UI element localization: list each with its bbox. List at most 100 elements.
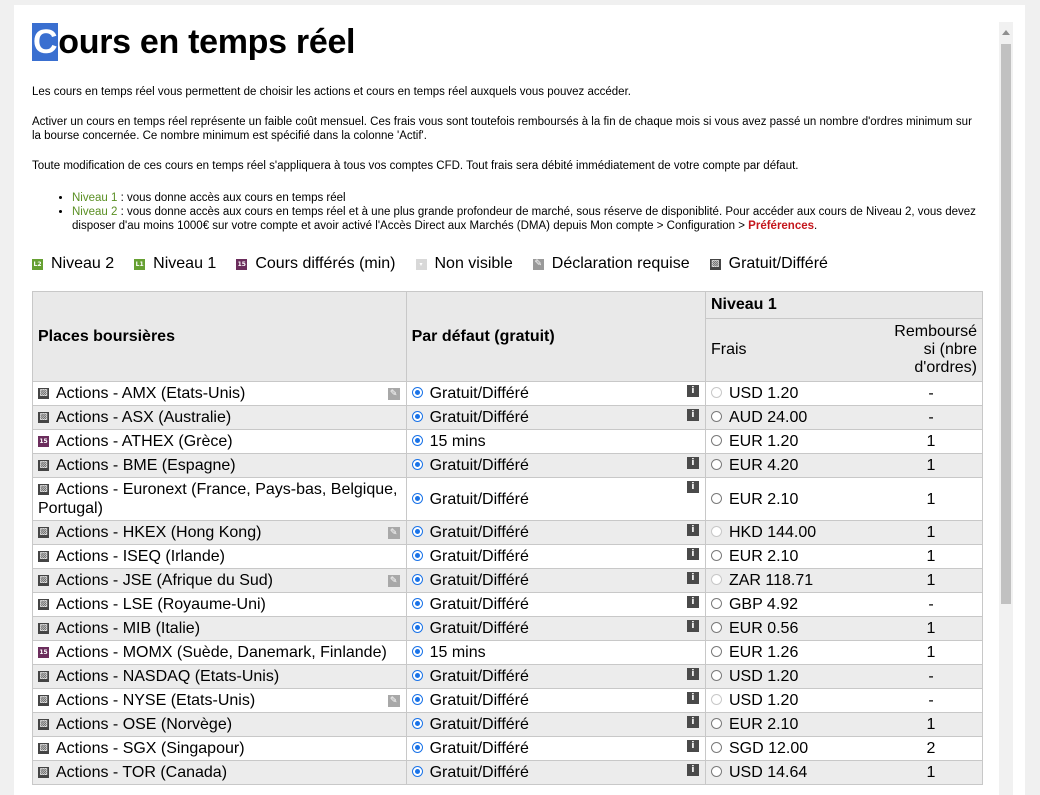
default-cell: Gratuit/Différé i	[405, 405, 706, 430]
free-delayed-icon: ▨	[38, 551, 49, 563]
fee-value: USD 1.20	[728, 668, 799, 685]
default-radio[interactable]	[411, 766, 423, 778]
info-icon[interactable]: i	[686, 692, 699, 704]
col-header-reimbursed-text: Remboursé si (nbre d'ordres)	[894, 323, 977, 376]
default-cell: Gratuit/Différé i	[405, 544, 706, 569]
default-label: Gratuit/Différé	[429, 385, 529, 402]
col-header-level1: Niveau 1	[704, 291, 984, 319]
vertical-scrollbar[interactable]	[999, 22, 1013, 795]
info-icon[interactable]: i	[686, 481, 699, 493]
reimbursed-cell: 1	[880, 520, 983, 545]
place-name: Actions - ISEQ (Irlande)	[56, 548, 225, 565]
default-radio[interactable]	[411, 574, 423, 586]
level1-radio	[710, 574, 722, 586]
place-cell: ▨ Actions - HKEX (Hong Kong) ✎	[32, 520, 407, 545]
declaration-required-icon[interactable]: ✎	[387, 575, 400, 587]
level1-radio[interactable]	[710, 550, 722, 562]
default-radio[interactable]	[411, 411, 423, 423]
info-icon[interactable]: i	[686, 740, 699, 752]
table-row: ▨ Actions - BME (Espagne) Gratuit/Différé i…	[32, 453, 983, 478]
place-name: Actions - JSE (Afrique du Sud)	[56, 572, 273, 589]
info-icon[interactable]: i	[686, 716, 699, 728]
preferences-link[interactable]: Préférences	[748, 220, 814, 232]
place-cell: ▨ Actions - OSE (Norvège)	[32, 712, 407, 737]
declaration-required-icon[interactable]: ✎	[387, 527, 400, 539]
default-radio[interactable]	[411, 718, 423, 730]
level1-radio[interactable]	[710, 411, 722, 423]
fee-value: EUR 1.26	[728, 644, 799, 661]
scroll-up-arrow-icon[interactable]	[1002, 30, 1010, 35]
info-icon[interactable]: i	[686, 524, 699, 536]
level1-radio[interactable]	[710, 492, 722, 504]
level1-radio[interactable]	[710, 766, 722, 778]
level1-radio[interactable]	[710, 670, 722, 682]
default-radio[interactable]	[411, 598, 423, 610]
place-cell: 15 Actions - ATHEX (Grèce)	[32, 429, 407, 454]
info-icon[interactable]: i	[686, 620, 699, 632]
default-radio[interactable]	[411, 670, 423, 682]
default-cell: Gratuit/Différé i	[405, 592, 706, 617]
info-icon[interactable]: i	[686, 385, 699, 397]
info-icon[interactable]: i	[686, 764, 699, 776]
info-icon[interactable]: i	[686, 548, 699, 560]
place-cell: ▨ Actions - ISEQ (Irlande)	[32, 544, 407, 569]
declaration-required-icon[interactable]: ✎	[387, 695, 400, 707]
declaration-required-icon[interactable]: ✎	[387, 388, 400, 400]
table-row: ▨ Actions - HKEX (Hong Kong) ✎ Gratuit/Diff…	[32, 520, 983, 545]
legend-item: 15 Cours différés (min)	[236, 255, 396, 273]
fee-cell: GBP 4.92	[704, 592, 880, 617]
level1-radio[interactable]	[710, 435, 722, 447]
scrollbar-thumb[interactable]	[1001, 44, 1011, 604]
default-radio[interactable]	[411, 387, 423, 399]
default-radio[interactable]	[411, 526, 423, 538]
reimbursed-cell: 1	[880, 477, 983, 521]
info-icon[interactable]: i	[686, 668, 699, 680]
free-delayed-icon: ▨	[38, 412, 49, 424]
default-cell: 15 mins	[405, 429, 706, 454]
place-cell: ▨ Actions - ASX (Australie)	[32, 405, 407, 430]
default-cell: Gratuit/Différé i	[405, 477, 706, 521]
free-delayed-icon: ▨	[38, 527, 49, 539]
default-radio[interactable]	[411, 459, 423, 471]
default-radio[interactable]	[411, 622, 423, 634]
info-icon[interactable]: i	[686, 457, 699, 469]
default-radio[interactable]	[411, 694, 423, 706]
default-cell: Gratuit/Différé i	[405, 736, 706, 761]
level1-radio[interactable]	[710, 718, 722, 730]
info-icon[interactable]: i	[686, 409, 699, 421]
level1-radio[interactable]	[710, 742, 722, 754]
default-radio[interactable]	[411, 742, 423, 754]
level1-radio[interactable]	[710, 646, 722, 658]
default-radio[interactable]	[411, 492, 423, 504]
place-name: Actions - MIB (Italie)	[56, 620, 201, 637]
free-delayed-icon: ▨	[38, 599, 49, 611]
place-name: Actions - MOMX (Suède, Danemark, Finland…	[56, 644, 387, 661]
reimbursed-cell: 1	[880, 712, 983, 737]
info-icon[interactable]: i	[686, 596, 699, 608]
level1-radio[interactable]	[710, 459, 722, 471]
levels-list: Niveau 1 : vous donne accès aux cours en…	[32, 191, 984, 233]
fee-value: EUR 0.56	[728, 620, 799, 637]
default-label: Gratuit/Différé	[429, 524, 529, 541]
default-radio[interactable]	[411, 435, 423, 447]
table-row: ▨ Actions - SGX (Singapour) Gratuit/Différ…	[32, 736, 983, 761]
default-radio[interactable]	[411, 646, 423, 658]
default-label: Gratuit/Différé	[429, 716, 529, 733]
place-name: Actions - LSE (Royaume-Uni)	[56, 596, 266, 613]
reimbursed-cell: 1	[880, 640, 983, 665]
level-2-end: .	[814, 220, 818, 232]
level1-radio[interactable]	[710, 622, 722, 634]
level1-radio	[710, 526, 722, 538]
reimbursed-cell: 1	[880, 760, 983, 785]
not-visible-icon: ▾	[415, 258, 427, 270]
legend-label: Niveau 1	[153, 255, 217, 272]
default-label: Gratuit/Différé	[429, 692, 529, 709]
place-cell: ▨ Actions - LSE (Royaume-Uni)	[32, 592, 407, 617]
place-cell: ▨ Actions - MIB (Italie)	[32, 616, 407, 641]
place-cell: ▨ Actions - JSE (Afrique du Sud) ✎	[32, 568, 407, 593]
level1-radio[interactable]	[710, 598, 722, 610]
table-row: ▨ Actions - AMX (Etats-Unis) ✎ Gratuit/Diff…	[32, 381, 983, 406]
info-icon[interactable]: i	[686, 572, 699, 584]
default-radio[interactable]	[411, 550, 423, 562]
legend-label: Cours différés (min)	[255, 255, 396, 272]
